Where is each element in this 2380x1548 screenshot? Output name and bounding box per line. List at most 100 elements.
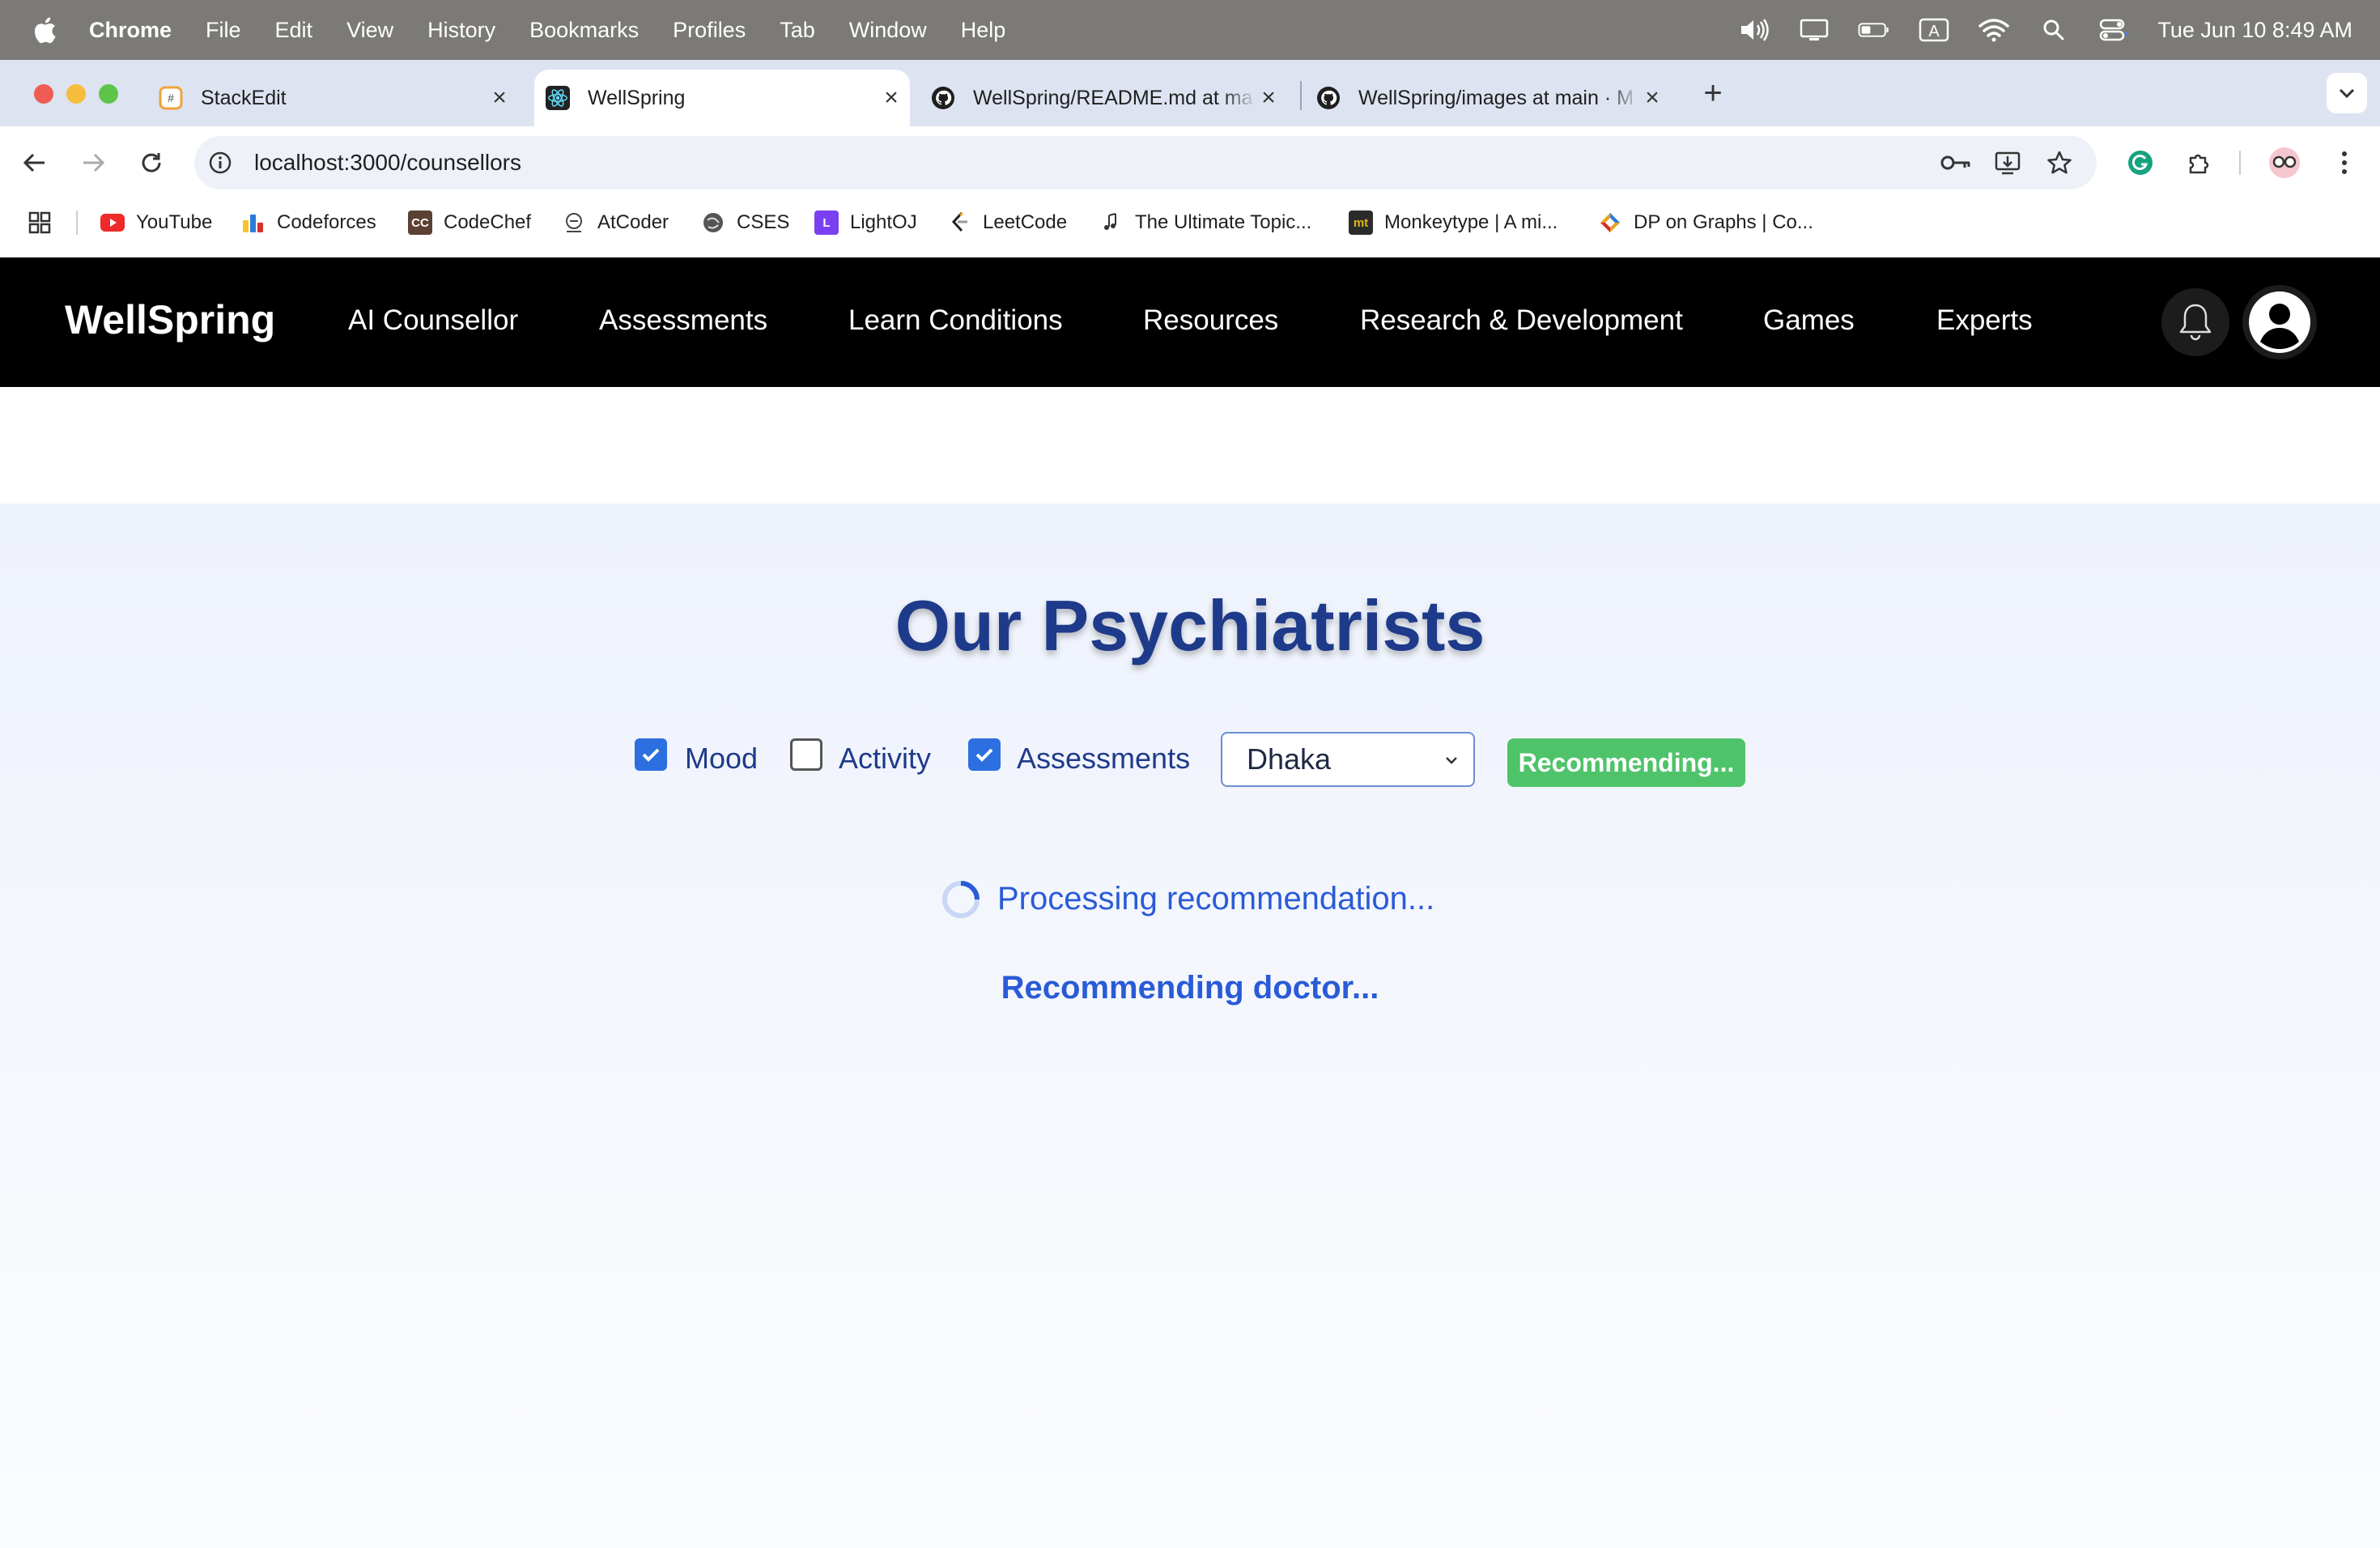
tab-title: WellSpring/README.md at ma: [973, 86, 1253, 109]
address-bar[interactable]: localhost:3000/counsellors: [194, 136, 2097, 189]
stackedit-icon: #: [159, 86, 183, 110]
window-close-button[interactable]: [34, 84, 53, 104]
codeforces-icon: [241, 211, 266, 235]
menu-app-name[interactable]: Chrome: [89, 18, 172, 43]
tab-title: StackEdit: [201, 86, 287, 109]
wifi-icon[interactable]: [1978, 18, 2010, 42]
svg-text:A: A: [1929, 23, 1940, 40]
grammarly-extension-icon[interactable]: [2124, 148, 2157, 177]
lightoj-icon: L: [814, 211, 839, 235]
tab-close-icon[interactable]: ×: [487, 86, 512, 110]
tab-title: WellSpring: [588, 86, 686, 109]
menu-history[interactable]: History: [427, 18, 495, 43]
bookmark-label: AtCoder: [597, 211, 669, 233]
profile-avatar[interactable]: [2268, 147, 2301, 178]
menu-window[interactable]: Window: [849, 18, 927, 43]
nav-learn-conditions[interactable]: Learn Conditions: [848, 304, 1063, 337]
tab-readme[interactable]: WellSpring/README.md at ma ×: [931, 70, 1281, 126]
checkmark-icon: [642, 748, 660, 762]
bookmark-label: Monkeytype | A mi...: [1384, 211, 1558, 233]
bookmark-dp-on-graphs[interactable]: DP on Graphs | Co...: [1598, 209, 1813, 236]
tab-close-icon[interactable]: ×: [879, 86, 903, 110]
menu-profiles[interactable]: Profiles: [673, 18, 746, 43]
menu-view[interactable]: View: [346, 18, 393, 43]
extensions-puzzle-icon[interactable]: [2182, 148, 2215, 177]
forward-button[interactable]: [74, 144, 112, 181]
volume-icon[interactable]: [1738, 18, 1770, 42]
bookmark-codechef[interactable]: CC CodeChef: [408, 209, 531, 236]
back-button[interactable]: [16, 144, 53, 181]
bookmark-label: CodeChef: [444, 211, 532, 233]
filter-mood-checkbox[interactable]: [635, 738, 667, 771]
codechef-icon: CC: [408, 211, 432, 235]
nav-games[interactable]: Games: [1763, 304, 1855, 337]
filter-assessments-label[interactable]: Assessments: [1017, 742, 1190, 776]
url-text[interactable]: localhost:3000/counsellors: [254, 150, 521, 176]
filter-assessments-checkbox[interactable]: [968, 738, 1001, 771]
tab-stackedit[interactable]: # StackEdit ×: [159, 70, 512, 126]
notifications-button[interactable]: [2161, 288, 2229, 356]
bookmark-divider: [76, 211, 78, 235]
reload-button[interactable]: [133, 144, 170, 181]
bookmark-label: YouTube: [136, 211, 213, 233]
menu-tab[interactable]: Tab: [780, 18, 815, 43]
recommend-button[interactable]: Recommending...: [1507, 738, 1745, 787]
forward-arrow-icon: [83, 153, 105, 172]
apple-icon[interactable]: [32, 16, 57, 44]
apps-grid-icon[interactable]: [28, 209, 52, 236]
nav-assessments[interactable]: Assessments: [599, 304, 767, 337]
tab-search-button[interactable]: [2327, 73, 2367, 113]
codeforces-icon: [1598, 211, 1622, 235]
tab-close-icon[interactable]: ×: [1640, 86, 1664, 110]
tab-images[interactable]: WellSpring/images at main · M ×: [1316, 70, 1664, 126]
nav-ai-counsellor[interactable]: AI Counsellor: [348, 304, 518, 337]
brand-logo[interactable]: WellSpring: [65, 296, 275, 343]
nav-experts[interactable]: Experts: [1936, 304, 2033, 337]
install-app-icon[interactable]: [1991, 148, 2024, 177]
display-icon[interactable]: [1798, 18, 1830, 42]
bookmark-lightoj[interactable]: L LightOJ: [814, 209, 917, 236]
bookmark-leetcode[interactable]: LeetCode: [947, 209, 1067, 236]
filter-activity-label[interactable]: Activity: [839, 742, 931, 776]
reload-icon: [142, 153, 161, 172]
nav-resources[interactable]: Resources: [1143, 304, 1278, 337]
youtube-icon: [100, 211, 125, 235]
location-select[interactable]: Dhaka: [1221, 732, 1475, 787]
filter-mood-label[interactable]: Mood: [685, 742, 758, 776]
menu-bar-clock[interactable]: Tue Jun 10 8:49 AM: [2157, 18, 2352, 43]
new-tab-button[interactable]: +: [1697, 77, 1729, 110]
spotlight-search-icon[interactable]: [2038, 18, 2070, 42]
svg-text:#: #: [168, 91, 174, 104]
battery-icon[interactable]: [1858, 18, 1890, 42]
bookmark-label: LeetCode: [983, 211, 1068, 233]
bookmark-star-icon[interactable]: [2043, 148, 2076, 177]
menu-bookmarks[interactable]: Bookmarks: [529, 18, 639, 43]
menu-edit[interactable]: Edit: [275, 18, 313, 43]
window-zoom-button[interactable]: [99, 84, 118, 104]
bookmark-cses[interactable]: CSES: [701, 209, 789, 236]
cses-icon: [701, 211, 725, 235]
loading-spinner-icon: [942, 881, 980, 918]
nav-research-development[interactable]: Research & Development: [1360, 304, 1683, 337]
bookmark-atcoder[interactable]: AtCoder: [562, 209, 669, 236]
tab-separator: [1300, 81, 1302, 110]
input-source-icon[interactable]: A: [1918, 18, 1950, 42]
menu-help[interactable]: Help: [961, 18, 1006, 43]
password-key-icon[interactable]: [1940, 148, 1972, 177]
chevron-down-icon: [2339, 88, 2355, 99]
filter-activity-checkbox[interactable]: [790, 738, 822, 771]
tab-wellspring[interactable]: WellSpring ×: [534, 70, 910, 126]
bookmark-youtube[interactable]: YouTube: [100, 209, 212, 236]
chrome-menu-icon[interactable]: [2328, 148, 2361, 177]
bookmark-monkeytype[interactable]: mt Monkeytype | A mi...: [1349, 209, 1558, 236]
control-center-icon[interactable]: [2097, 18, 2130, 42]
bookmark-ultimate-topic[interactable]: The Ultimate Topic...: [1099, 209, 1311, 236]
user-profile-button[interactable]: [2242, 285, 2317, 359]
window-minimize-button[interactable]: [66, 84, 86, 104]
bookmark-codeforces[interactable]: Codeforces: [241, 209, 376, 236]
tab-title: WellSpring/images at main · M: [1358, 86, 1634, 109]
menu-file[interactable]: File: [206, 18, 241, 43]
bookmark-label: LightOJ: [850, 211, 917, 233]
site-info-icon[interactable]: [207, 150, 233, 176]
tab-close-icon[interactable]: ×: [1256, 86, 1281, 110]
